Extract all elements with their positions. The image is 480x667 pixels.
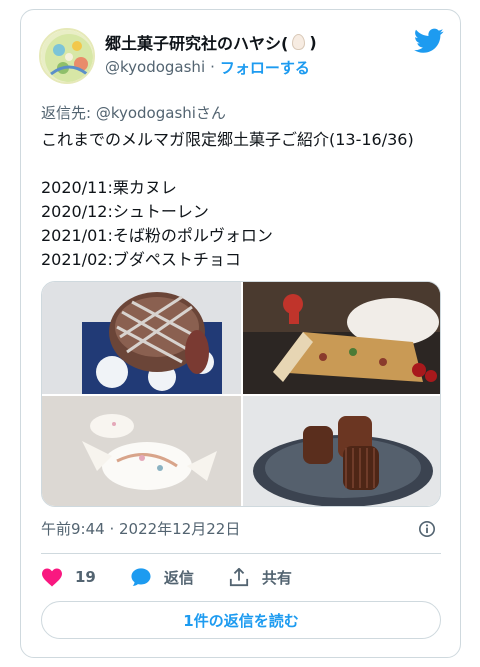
handle-row: @kyodogashi · フォローする [105,56,310,78]
egg-emoji [292,34,306,50]
display-name[interactable]: 郷土菓子研究社のハヤシ( [105,30,288,54]
share-icon [229,567,248,587]
tweet-text: これまでのメルマガ限定郷土菓子ご紹介(13-16/36) 2020/11:栗カヌ… [41,130,414,269]
tweet-timestamp[interactable]: 午前9:44 · 2022年12月22日 [41,518,240,539]
reply-to-label[interactable]: 返信先: @kyodogashiさん [41,102,226,123]
photo-stollen-lattice[interactable] [42,282,241,394]
handle-separator: · [210,58,215,76]
reply-label: 返信 [163,568,194,587]
share-button[interactable]: 共有 [228,567,292,588]
author-name-row[interactable]: 郷土菓子研究社のハヤシ( ) [105,30,317,54]
display-name-suffix: ) [309,32,317,52]
heart-icon [42,568,62,587]
photo-stollen-christmas[interactable] [243,282,440,394]
follow-button[interactable]: フォローする [220,57,310,78]
action-bar: 19 返信 共有 [41,562,326,592]
media-grid[interactable] [41,281,441,507]
tweet-card: 郷土菓子研究社のハヤシ( ) @kyodogashi · フォローする 返信先:… [20,9,461,658]
like-button[interactable]: 19 [41,567,96,587]
author-handle[interactable]: @kyodogashi [105,58,205,76]
info-icon[interactable] [418,520,436,538]
avatar[interactable] [39,28,95,84]
photo-polvoron[interactable] [42,396,241,506]
twitter-bird-icon[interactable] [414,28,444,54]
reply-button[interactable]: 返信 [130,567,194,588]
read-replies-button[interactable]: 1件の返信を読む [41,601,441,639]
share-label: 共有 [261,568,292,587]
photo-canele[interactable] [243,396,440,506]
reply-bubble-icon [131,568,151,586]
like-count: 19 [75,568,96,586]
divider [41,553,441,554]
